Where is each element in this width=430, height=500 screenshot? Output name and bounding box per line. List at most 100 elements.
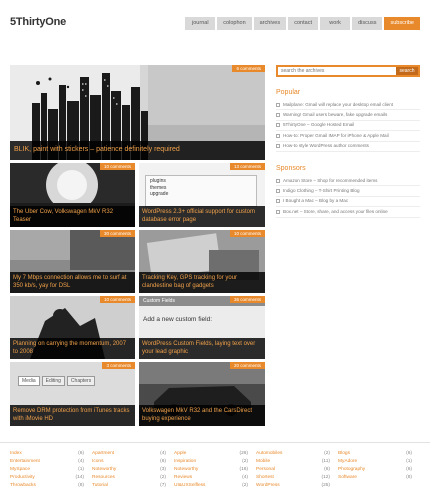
list-item[interactable]: I Bought a Mac – Blog by a Mac bbox=[276, 197, 420, 208]
tag-link[interactable]: MySpace (1) bbox=[10, 466, 92, 474]
post-tile[interactable]: 10 comments Tracking Key, GPS tracking f… bbox=[139, 230, 265, 293]
tag-link[interactable]: Inspiration (2) bbox=[174, 458, 256, 466]
search-button[interactable]: search bbox=[396, 67, 418, 75]
list-item[interactable]: Box.net – Store, share, and access your … bbox=[276, 207, 420, 218]
tag-count: (6) bbox=[324, 467, 330, 472]
nav-discuss[interactable]: discuss bbox=[352, 17, 383, 30]
comment-count-badge[interactable]: 10 comments bbox=[99, 296, 135, 303]
tag-link[interactable]: Productivity (14) bbox=[10, 474, 92, 482]
tag-name: Inspiration bbox=[174, 459, 197, 464]
post-title[interactable]: The Uber Cow, Volkswagen MkV R32 Teaser bbox=[10, 206, 135, 227]
tag-name: Apple bbox=[174, 451, 187, 456]
tag-count: (2) bbox=[160, 475, 166, 480]
post-tile[interactable]: 20 comments Volkswagen MkV R32 and the C… bbox=[139, 362, 265, 426]
post-title[interactable]: Remove DRM protection from iTunes tracks… bbox=[10, 405, 135, 426]
tag-link[interactable]: MyAdore (1) bbox=[338, 458, 420, 466]
list-item[interactable]: How-to style WordPress author comments bbox=[276, 142, 420, 152]
main-nav: journal colophon archives contact work d… bbox=[185, 17, 420, 30]
post-title[interactable]: WordPress Custom Fields, laying text ove… bbox=[139, 338, 265, 359]
post-title[interactable]: Planning on carrying the momentum, 2007 … bbox=[10, 338, 135, 359]
tag-link[interactable]: Mobile (11) bbox=[256, 458, 338, 466]
tag-link[interactable]: Blogs (6) bbox=[338, 450, 420, 458]
folder-name: upgrade bbox=[150, 191, 169, 197]
popular-list: Mailplane: Gmail will replace your deskt… bbox=[276, 100, 420, 152]
comment-count-badge[interactable]: 10 comments bbox=[229, 230, 265, 237]
list-item-label: Box.net – Store, share, and access your … bbox=[283, 208, 388, 214]
tag-count: (4) bbox=[242, 475, 248, 480]
tag-name: MyAdore bbox=[338, 459, 358, 464]
tag-link[interactable]: WordPress (25) bbox=[256, 482, 338, 490]
post-title[interactable]: WordPress 2.3+ official support for cust… bbox=[139, 206, 265, 227]
list-item-label: Amazon Store – Shop for recommended item… bbox=[283, 177, 378, 183]
tag-count: (1) bbox=[78, 467, 84, 472]
tag-name: Throwbacks bbox=[10, 483, 36, 488]
post-title[interactable]: Tracking Key, GPS tracking for your clan… bbox=[139, 272, 265, 293]
tag-count: (25) bbox=[321, 483, 330, 488]
post-tile[interactable]: Media Editing Chapters 3 comments Remove… bbox=[10, 362, 135, 426]
tag-link[interactable]: Photography (6) bbox=[338, 466, 420, 474]
post-tile[interactable]: plugins themes upgrade 13 comments WordP… bbox=[139, 163, 265, 227]
post-tile[interactable]: 30 comments My 7 Mbps connection allows … bbox=[10, 230, 135, 293]
comment-count-badge[interactable]: 10 comments bbox=[99, 163, 135, 170]
comment-count-badge[interactable]: 6 comments bbox=[232, 65, 265, 72]
nav-contact[interactable]: contact bbox=[288, 17, 319, 30]
post-title[interactable]: BLIK, paint with stickers – patience def… bbox=[10, 141, 265, 160]
tag-link[interactable]: Throwbacks (8) bbox=[10, 482, 92, 490]
tag-name: Icons bbox=[92, 459, 104, 464]
tag-link[interactable]: Tutorial (7) bbox=[92, 482, 174, 490]
post-tile[interactable]: 10 comments The Uber Cow, Volkswagen MkV… bbox=[10, 163, 135, 227]
tag-link[interactable]: Automobiles (2) bbox=[256, 450, 338, 458]
comment-count-badge[interactable]: 30 comments bbox=[99, 230, 135, 237]
list-item[interactable]: Warning! Gmail users beware, fake upgrad… bbox=[276, 110, 420, 121]
tag-link[interactable]: Resources (2) bbox=[92, 474, 174, 482]
featured-post[interactable]: 6 comments BLIK, paint with stickers – p… bbox=[10, 65, 265, 160]
comment-count-badge[interactable]: 20 comments bbox=[229, 362, 265, 369]
search-form: search bbox=[276, 65, 420, 77]
comment-count-badge[interactable]: 36 comments bbox=[229, 296, 265, 303]
list-item-label: Indigo Clothing – T-Shirt Printing Blog bbox=[283, 188, 360, 194]
site-logo[interactable]: 5ThirtyOne bbox=[10, 16, 66, 28]
tag-count: (6) bbox=[160, 459, 166, 464]
tag-link[interactable]: Apple (26) bbox=[174, 450, 256, 458]
list-item[interactable]: Indigo Clothing – T-Shirt Printing Blog bbox=[276, 186, 420, 197]
nav-colophon[interactable]: colophon bbox=[217, 17, 252, 30]
tag-link[interactable]: Index (6) bbox=[10, 450, 92, 458]
list-item[interactable]: Amazon Store – Shop for recommended item… bbox=[276, 176, 420, 187]
tag-name: Software bbox=[338, 475, 357, 480]
post-tile[interactable]: 10 comments Planning on carrying the mom… bbox=[10, 296, 135, 359]
list-item[interactable]: How-to: Proper Gmail IMAP for iPhone & A… bbox=[276, 131, 420, 142]
tag-name: UI&UXSelfless bbox=[174, 483, 206, 488]
tag-link[interactable]: Personal (6) bbox=[256, 466, 338, 474]
post-title[interactable]: My 7 Mbps connection allows me to surf a… bbox=[10, 272, 135, 293]
post-title[interactable]: Volkswagen MkV R32 and the CarsDirect bu… bbox=[139, 405, 265, 426]
tag-link[interactable]: Software (8) bbox=[338, 474, 420, 482]
tag-name: Personal bbox=[256, 467, 275, 472]
list-item[interactable]: 5ThirtyOne – Google Hosted Email bbox=[276, 121, 420, 132]
search-input[interactable] bbox=[278, 67, 396, 75]
tag-link[interactable]: Apartment (4) bbox=[92, 450, 174, 458]
tag-link[interactable]: Icons (6) bbox=[92, 458, 174, 466]
nav-work[interactable]: work bbox=[320, 17, 351, 30]
post-tile[interactable]: Custom Fields Add a new custom field: 36… bbox=[139, 296, 265, 359]
tag-name: Tutorial bbox=[92, 483, 108, 488]
checkbox-icon bbox=[276, 144, 280, 149]
nav-subscribe[interactable]: subscribe bbox=[384, 17, 420, 30]
tag-link[interactable]: Noteworthy (3) bbox=[92, 466, 174, 474]
comment-count-badge[interactable]: 13 comments bbox=[229, 163, 265, 170]
tag-count: (4) bbox=[160, 451, 166, 456]
nav-journal[interactable]: journal bbox=[185, 17, 216, 30]
tag-name: Blogs bbox=[338, 451, 350, 456]
tag-count: (7) bbox=[160, 483, 166, 488]
nav-archives[interactable]: archives bbox=[253, 17, 287, 30]
tag-cloud: Index (6) Apartment (4) Apple (26) Automobi… bbox=[10, 450, 420, 490]
list-item[interactable]: Mailplane: Gmail will replace your deskt… bbox=[276, 100, 420, 111]
tag-count: (14) bbox=[75, 475, 84, 480]
tag-count: (8) bbox=[406, 475, 412, 480]
tag-link[interactable]: Entertainment (4) bbox=[10, 458, 92, 466]
tag-count: (2) bbox=[242, 483, 248, 488]
tag-link[interactable]: Shortest (12) bbox=[256, 474, 338, 482]
tag-link[interactable]: Noteworthy (16) bbox=[174, 466, 256, 474]
tag-link[interactable]: UI&UXSelfless (2) bbox=[174, 482, 256, 490]
tag-link[interactable]: Reviews (4) bbox=[174, 474, 256, 482]
comment-count-badge[interactable]: 3 comments bbox=[102, 362, 135, 369]
